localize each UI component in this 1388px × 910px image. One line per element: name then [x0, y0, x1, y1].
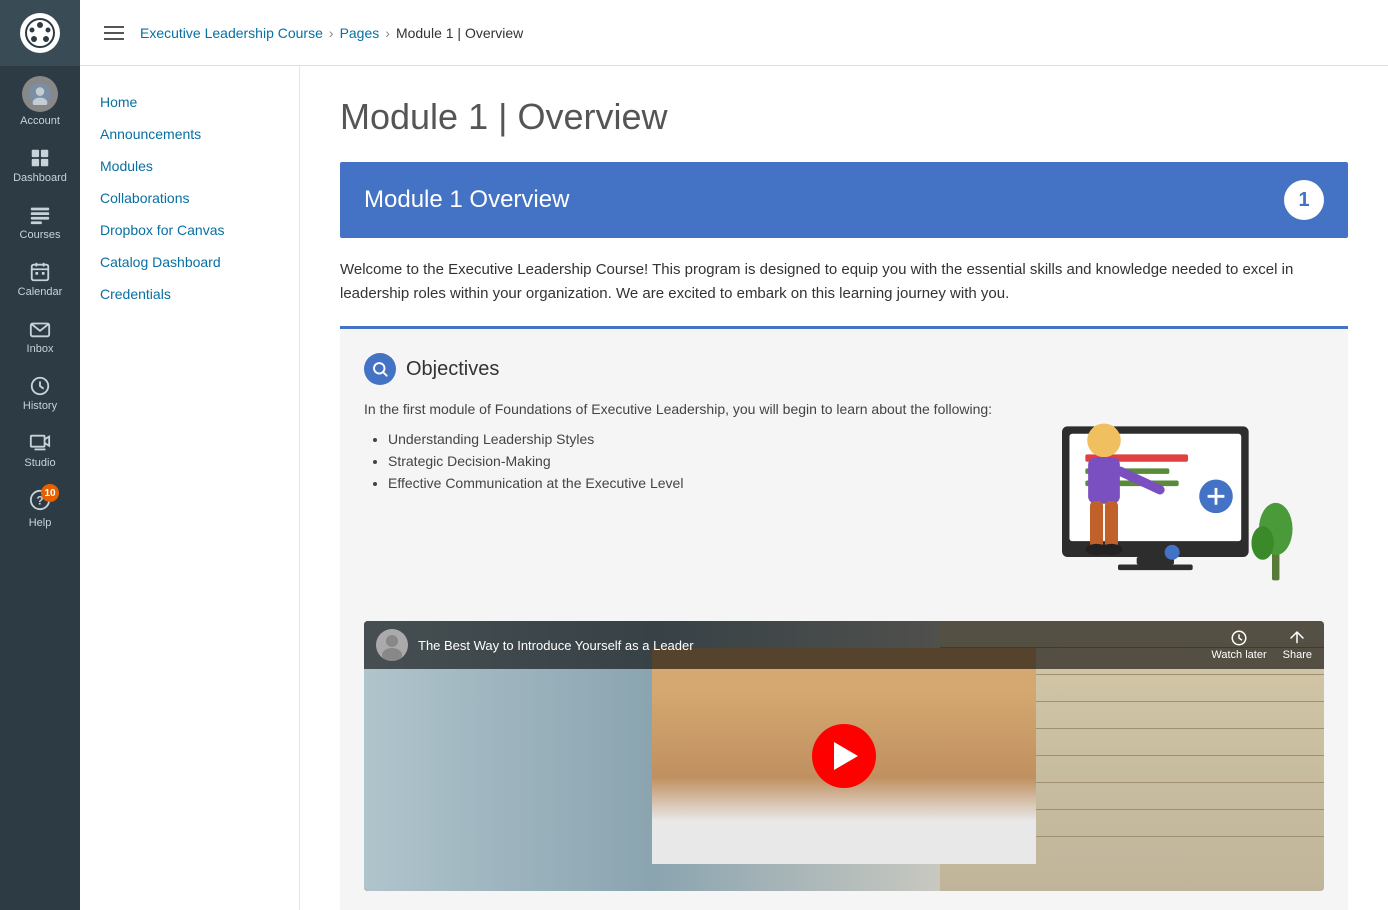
clock-icon [1230, 629, 1248, 647]
play-triangle [834, 742, 858, 770]
objective-item-3: Effective Communication at the Executive… [388, 475, 994, 491]
sidebar-item-studio-label: Studio [24, 457, 55, 469]
watch-later-label: Watch later [1211, 649, 1266, 661]
sidebar-item-studio[interactable]: Studio [0, 422, 80, 479]
sidebar-logo[interactable] [0, 0, 80, 66]
nav-dropbox[interactable]: Dropbox for Canvas [80, 214, 299, 246]
breadcrumb-sep-2: › [385, 25, 390, 41]
help-icon-wrap: ? 10 [29, 489, 51, 514]
nav-credentials[interactable]: Credentials [80, 278, 299, 310]
objectives-text: In the first module of Foundations of Ex… [364, 401, 994, 601]
sidebar-item-calendar[interactable]: Calendar [0, 251, 80, 308]
sidebar-item-history-label: History [23, 400, 57, 412]
breadcrumb-pages[interactable]: Pages [340, 25, 380, 41]
video-section[interactable]: The Best Way to Introduce Yourself as a … [364, 621, 1324, 891]
objectives-icon [364, 353, 396, 385]
video-title: The Best Way to Introduce Yourself as a … [418, 638, 1201, 653]
nav-announcements[interactable]: Announcements [80, 118, 299, 150]
illustration-svg [1034, 401, 1314, 601]
sidebar-item-help[interactable]: ? 10 Help [0, 479, 80, 539]
main-area: Executive Leadership Course › Pages › Mo… [80, 0, 1388, 910]
sidebar-item-account[interactable]: Account [0, 66, 80, 137]
nav-collaborations[interactable]: Collaborations [80, 182, 299, 214]
breadcrumb-course[interactable]: Executive Leadership Course [140, 25, 323, 41]
breadcrumb-sep-1: › [329, 25, 334, 41]
left-nav: Home Announcements Modules Collaboration… [80, 66, 300, 910]
courses-icon [29, 204, 51, 226]
history-icon [29, 375, 51, 397]
nav-catalog[interactable]: Catalog Dashboard [80, 246, 299, 278]
avatar [22, 76, 58, 112]
sidebar-item-courses-label: Courses [20, 229, 61, 241]
objectives-body: In the first module of Foundations of Ex… [364, 401, 1324, 601]
share-icon [1288, 629, 1306, 647]
welcome-text: Welcome to the Executive Leadership Cour… [340, 258, 1348, 306]
objectives-list: Understanding Leadership Styles Strategi… [364, 431, 994, 491]
objective-item-1: Understanding Leadership Styles [388, 431, 994, 447]
sidebar-item-dashboard[interactable]: Dashboard [0, 137, 80, 194]
objectives-illustration [1024, 401, 1324, 601]
share-label: Share [1283, 649, 1312, 661]
video-thumbnail: The Best Way to Introduce Yourself as a … [364, 621, 1324, 891]
share-button[interactable]: Share [1283, 629, 1312, 661]
objectives-desc: In the first module of Foundations of Ex… [364, 401, 994, 417]
video-channel-avatar [376, 629, 408, 661]
sidebar-item-inbox[interactable]: Inbox [0, 308, 80, 365]
video-play-button[interactable] [812, 724, 876, 788]
objectives-section: Objectives In the first module of Founda… [340, 326, 1348, 910]
calendar-icon [29, 261, 51, 283]
nav-home[interactable]: Home [80, 86, 299, 118]
search-icon [371, 360, 389, 378]
watch-later-button[interactable]: Watch later [1211, 629, 1266, 661]
content-area: Home Announcements Modules Collaboration… [80, 66, 1388, 910]
sidebar-item-help-label: Help [29, 517, 52, 529]
sidebar-item-calendar-label: Calendar [18, 286, 63, 298]
page-title: Module 1 | Overview [340, 96, 1348, 138]
page-content: Module 1 | Overview Module 1 Overview 1 … [300, 66, 1388, 910]
play-circle [812, 724, 876, 788]
studio-icon [29, 432, 51, 454]
objective-item-2: Strategic Decision-Making [388, 453, 994, 469]
sidebar-item-history[interactable]: History [0, 365, 80, 422]
menu-button[interactable] [100, 22, 128, 44]
module-banner: Module 1 Overview 1 [340, 162, 1348, 238]
objectives-header: Objectives [364, 353, 1324, 385]
sidebar-item-account-label: Account [20, 115, 60, 127]
inbox-icon [29, 318, 51, 340]
sidebar: Account Dashboard Courses Cale [0, 0, 80, 910]
dashboard-icon [29, 147, 51, 169]
sidebar-item-inbox-label: Inbox [27, 343, 54, 355]
module-banner-heading: Module 1 Overview [364, 186, 569, 214]
breadcrumb: Executive Leadership Course › Pages › Mo… [140, 25, 523, 41]
sidebar-item-courses[interactable]: Courses [0, 194, 80, 251]
nav-modules[interactable]: Modules [80, 150, 299, 182]
module-number-badge: 1 [1284, 180, 1324, 220]
help-badge: 10 [41, 484, 59, 502]
breadcrumb-current: Module 1 | Overview [396, 25, 523, 41]
topbar: Executive Leadership Course › Pages › Mo… [80, 0, 1388, 66]
video-top-bar: The Best Way to Introduce Yourself as a … [364, 621, 1324, 669]
objectives-title: Objectives [406, 358, 499, 381]
sidebar-item-dashboard-label: Dashboard [13, 172, 67, 184]
video-actions: Watch later Share [1211, 629, 1312, 661]
